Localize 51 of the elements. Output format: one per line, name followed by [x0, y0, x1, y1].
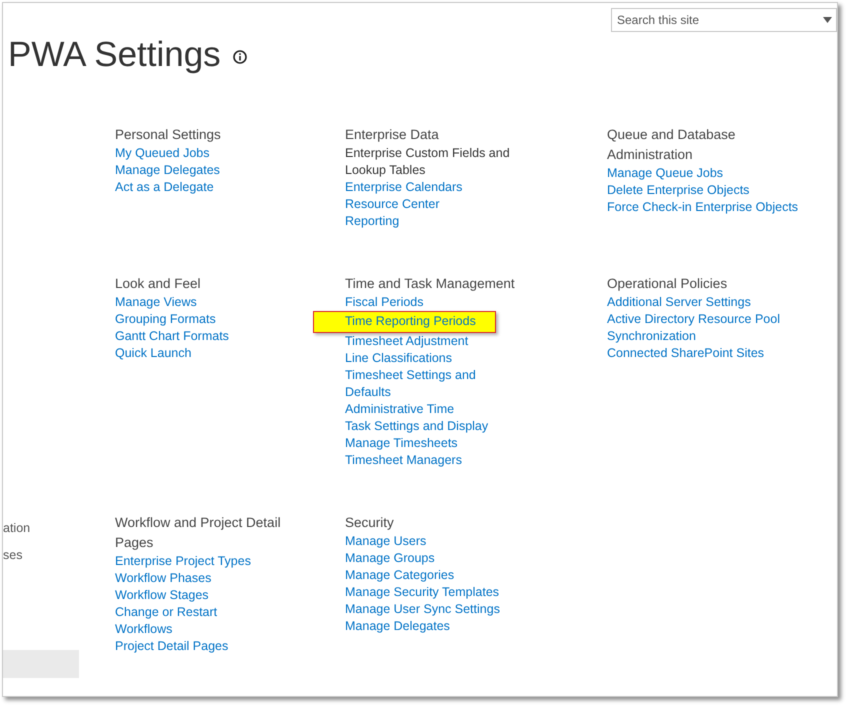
settings-link[interactable]: Change or Restart Workflows: [115, 604, 265, 638]
settings-link[interactable]: Resource Center: [345, 196, 440, 213]
settings-link[interactable]: Fiscal Periods: [345, 294, 424, 311]
settings-link[interactable]: Enterprise Calendars: [345, 179, 462, 196]
section-heading: Look and Feel: [115, 275, 202, 293]
settings-link[interactable]: Active Directory Resource Pool Synchronization: [607, 311, 807, 345]
settings-link[interactable]: Workflow Phases: [115, 570, 212, 587]
settings-link[interactable]: Line Classifications: [345, 350, 452, 367]
settings-link[interactable]: My Queued Jobs: [115, 145, 210, 162]
settings-link[interactable]: Manage Timesheets: [345, 435, 458, 452]
highlighted-link[interactable]: Time Reporting Periods: [313, 311, 496, 333]
settings-link[interactable]: Enterprise Project Types: [115, 553, 251, 570]
info-icon[interactable]: [232, 50, 247, 64]
settings-link[interactable]: Manage User Sync Settings: [345, 601, 500, 618]
settings-link[interactable]: Project Detail Pages: [115, 638, 228, 655]
settings-link[interactable]: Timesheet Settings and Defaults: [345, 367, 515, 401]
settings-link[interactable]: Manage Queue Jobs: [607, 165, 724, 182]
settings-link[interactable]: Quick Launch: [115, 345, 192, 362]
settings-link[interactable]: Gantt Chart Formats: [115, 328, 229, 345]
section-heading: Personal Settings: [115, 126, 222, 144]
section-heading: Enterprise Data: [345, 126, 440, 144]
settings-link[interactable]: Timesheet Adjustment: [345, 333, 468, 350]
settings-link[interactable]: Manage Delegates: [345, 618, 450, 635]
settings-link[interactable]: Timesheet Managers: [345, 452, 462, 469]
nav-link[interactable]: ation: [3, 515, 115, 542]
settings-link[interactable]: Manage Views: [115, 294, 197, 311]
caret-icon[interactable]: [823, 17, 832, 23]
settings-link[interactable]: Manage Groups: [345, 550, 435, 567]
section-heading: Queue and Database Administration: [607, 126, 736, 164]
settings-link[interactable]: Manage Security Templates: [345, 584, 500, 601]
settings-link[interactable]: Act as a Delegate: [115, 179, 214, 196]
settings-link[interactable]: Delete Enterprise Objects: [607, 182, 750, 199]
settings-label: Enterprise Custom Fields and Lookup Tables: [345, 145, 511, 179]
settings-link[interactable]: Connected SharePoint Sites: [607, 345, 764, 362]
settings-link[interactable]: Grouping Formats: [115, 311, 216, 328]
settings-link[interactable]: Manage Users: [345, 533, 426, 550]
nav-link[interactable]: ses: [3, 542, 115, 569]
section-heading: Security: [345, 514, 395, 532]
settings-link[interactable]: Manage Categories: [345, 567, 454, 584]
section-heading: Time and Task Management: [345, 275, 515, 293]
settings-link[interactable]: Reporting: [345, 213, 400, 230]
settings-link[interactable]: Workflow Stages: [115, 587, 209, 604]
section-heading: Workflow and Project Detail Pages: [115, 514, 282, 552]
search-field[interactable]: Search this site: [611, 8, 837, 32]
section-heading: Operational Policies: [607, 275, 728, 293]
settings-link[interactable]: Administrative Time: [345, 401, 454, 418]
page-title: PWA Settings: [8, 37, 221, 73]
settings-link[interactable]: Task Settings and Display: [345, 418, 488, 435]
settings-link[interactable]: Force Check-in Enterprise Objects: [607, 199, 798, 216]
settings-link[interactable]: Manage Delegates: [115, 162, 220, 179]
settings-link[interactable]: Additional Server Settings: [607, 294, 751, 311]
